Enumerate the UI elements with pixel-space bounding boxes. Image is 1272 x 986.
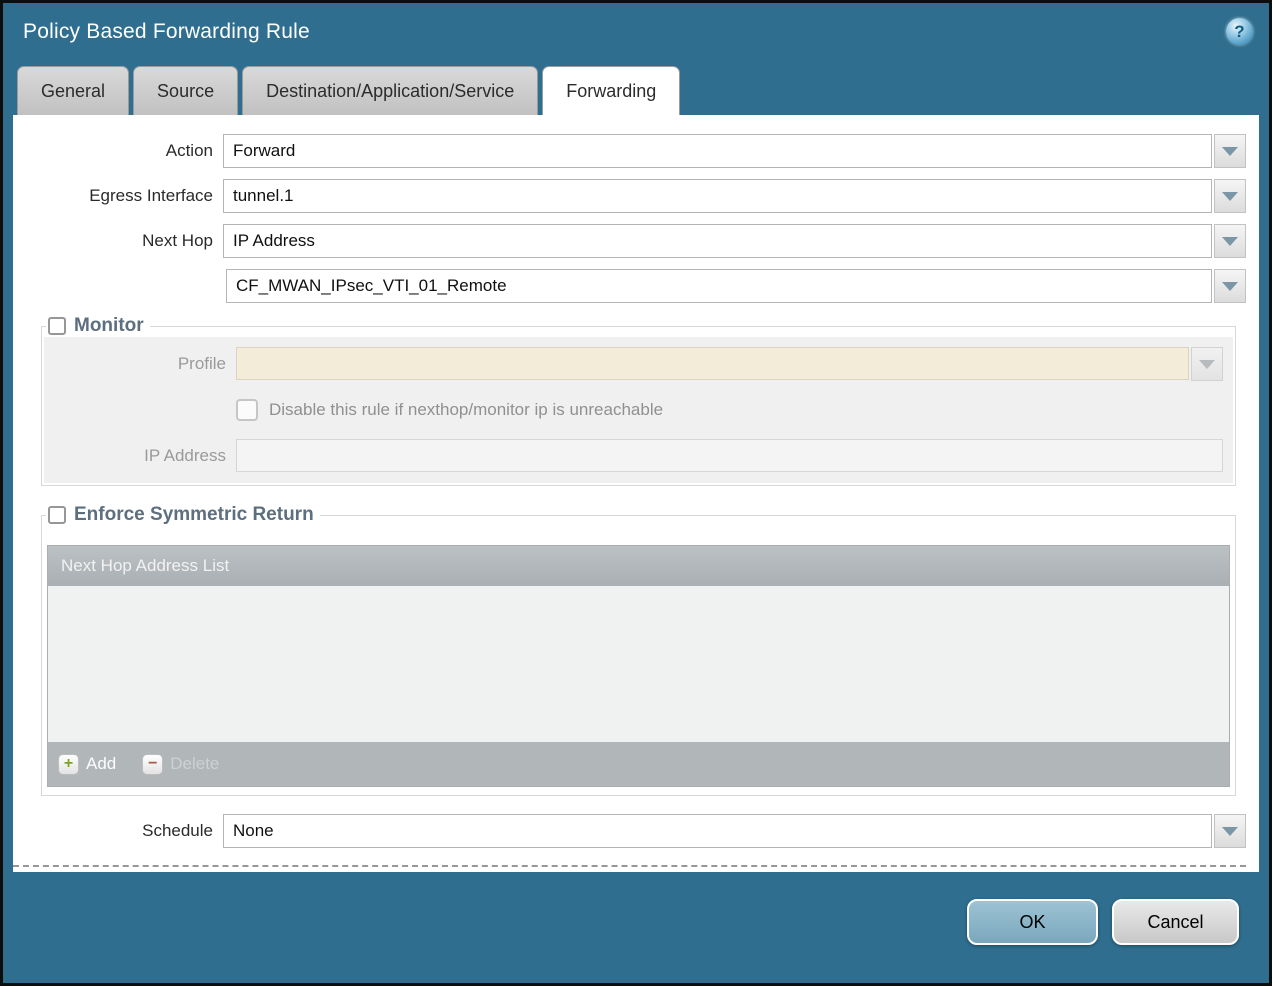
table-toolbar: + Add − Delete bbox=[48, 742, 1229, 786]
action-row: Action Forward bbox=[13, 134, 1246, 168]
monitor-title: Monitor bbox=[74, 315, 144, 337]
schedule-select[interactable]: None bbox=[223, 814, 1212, 848]
help-icon[interactable]: ? bbox=[1226, 18, 1253, 45]
next-hop-dropdown-button[interactable] bbox=[1214, 224, 1246, 258]
cancel-button-label: Cancel bbox=[1147, 912, 1203, 933]
profile-select bbox=[236, 347, 1189, 380]
monitor-panel: Profile Disable this rule if nexthop/mon… bbox=[44, 337, 1233, 483]
tab-forwarding-label: Forwarding bbox=[566, 81, 656, 102]
monitor-section: Monitor Profile Disable this rule if nex… bbox=[41, 315, 1236, 486]
delete-button-label: Delete bbox=[170, 754, 219, 774]
egress-interface-row: Egress Interface tunnel.1 bbox=[13, 179, 1246, 213]
profile-row: Profile bbox=[44, 347, 1223, 381]
delete-button: − Delete bbox=[142, 754, 219, 775]
table-body[interactable] bbox=[48, 586, 1229, 742]
add-button[interactable]: + Add bbox=[58, 754, 116, 775]
monitor-legend: Monitor bbox=[46, 315, 150, 337]
next-hop-address-row: CF_MWAN_IPsec_VTI_01_Remote bbox=[13, 269, 1246, 303]
plus-icon: + bbox=[58, 754, 79, 775]
chevron-down-icon bbox=[1222, 237, 1238, 246]
dialog-title: Policy Based Forwarding Rule bbox=[23, 20, 310, 43]
next-hop-type-select[interactable]: IP Address bbox=[223, 224, 1212, 258]
symmetric-return-title: Enforce Symmetric Return bbox=[74, 504, 314, 526]
chevron-down-icon bbox=[1199, 360, 1215, 369]
tab-destination-label: Destination/Application/Service bbox=[266, 81, 514, 102]
ok-button-label: OK bbox=[1019, 912, 1045, 933]
chevron-down-icon bbox=[1222, 282, 1238, 291]
bottom-separator bbox=[13, 865, 1246, 867]
monitor-ip-address-field bbox=[236, 439, 1223, 472]
egress-interface-dropdown-button[interactable] bbox=[1214, 179, 1246, 213]
action-dropdown-button[interactable] bbox=[1214, 134, 1246, 168]
ok-button[interactable]: OK bbox=[967, 899, 1098, 945]
disable-rule-row: Disable this rule if nexthop/monitor ip … bbox=[236, 399, 1223, 421]
schedule-label: Schedule bbox=[13, 821, 213, 841]
chevron-down-icon bbox=[1222, 147, 1238, 156]
symmetric-return-legend: Enforce Symmetric Return bbox=[46, 504, 320, 526]
dialog-titlebar: Policy Based Forwarding Rule ? bbox=[3, 3, 1269, 44]
add-button-label: Add bbox=[86, 754, 116, 774]
schedule-row: Schedule None bbox=[13, 814, 1246, 848]
forwarding-tab-panel: Action Forward Egress Interface tunnel.1… bbox=[13, 115, 1259, 872]
tab-general[interactable]: General bbox=[17, 66, 129, 115]
chevron-down-icon bbox=[1222, 827, 1238, 836]
dialog-footer: OK Cancel bbox=[3, 899, 1239, 945]
next-hop-address-dropdown-button[interactable] bbox=[1214, 269, 1246, 303]
disable-rule-checkbox bbox=[236, 399, 258, 421]
next-hop-row: Next Hop IP Address bbox=[13, 224, 1246, 258]
minus-icon: − bbox=[142, 754, 163, 775]
symmetric-return-section: Enforce Symmetric Return Next Hop Addres… bbox=[41, 504, 1236, 796]
tab-bar: General Source Destination/Application/S… bbox=[17, 66, 1269, 115]
help-glyph: ? bbox=[1234, 22, 1244, 42]
egress-interface-label: Egress Interface bbox=[13, 186, 213, 206]
chevron-down-icon bbox=[1222, 192, 1238, 201]
table-header: Next Hop Address List bbox=[48, 546, 1229, 586]
schedule-dropdown-button[interactable] bbox=[1214, 814, 1246, 848]
profile-dropdown-button bbox=[1191, 347, 1223, 381]
action-select[interactable]: Forward bbox=[223, 134, 1212, 168]
cancel-button[interactable]: Cancel bbox=[1112, 899, 1239, 945]
next-hop-address-list-table: Next Hop Address List + Add − Delete bbox=[47, 545, 1230, 787]
tab-destination-application-service[interactable]: Destination/Application/Service bbox=[242, 66, 538, 115]
monitor-checkbox[interactable] bbox=[48, 317, 66, 335]
symmetric-return-checkbox[interactable] bbox=[48, 506, 66, 524]
tab-general-label: General bbox=[41, 81, 105, 102]
disable-rule-label: Disable this rule if nexthop/monitor ip … bbox=[269, 400, 663, 420]
tab-forwarding[interactable]: Forwarding bbox=[542, 66, 680, 115]
next-hop-address-select[interactable]: CF_MWAN_IPsec_VTI_01_Remote bbox=[226, 269, 1212, 303]
tab-source-label: Source bbox=[157, 81, 214, 102]
monitor-ip-address-row: IP Address bbox=[44, 439, 1223, 472]
plus-glyph: + bbox=[64, 756, 73, 772]
action-label: Action bbox=[13, 141, 213, 161]
next-hop-label: Next Hop bbox=[13, 231, 213, 251]
egress-interface-select[interactable]: tunnel.1 bbox=[223, 179, 1212, 213]
tab-source[interactable]: Source bbox=[133, 66, 238, 115]
minus-glyph: − bbox=[148, 756, 157, 772]
profile-label: Profile bbox=[44, 354, 226, 374]
monitor-ip-address-label: IP Address bbox=[44, 446, 226, 466]
